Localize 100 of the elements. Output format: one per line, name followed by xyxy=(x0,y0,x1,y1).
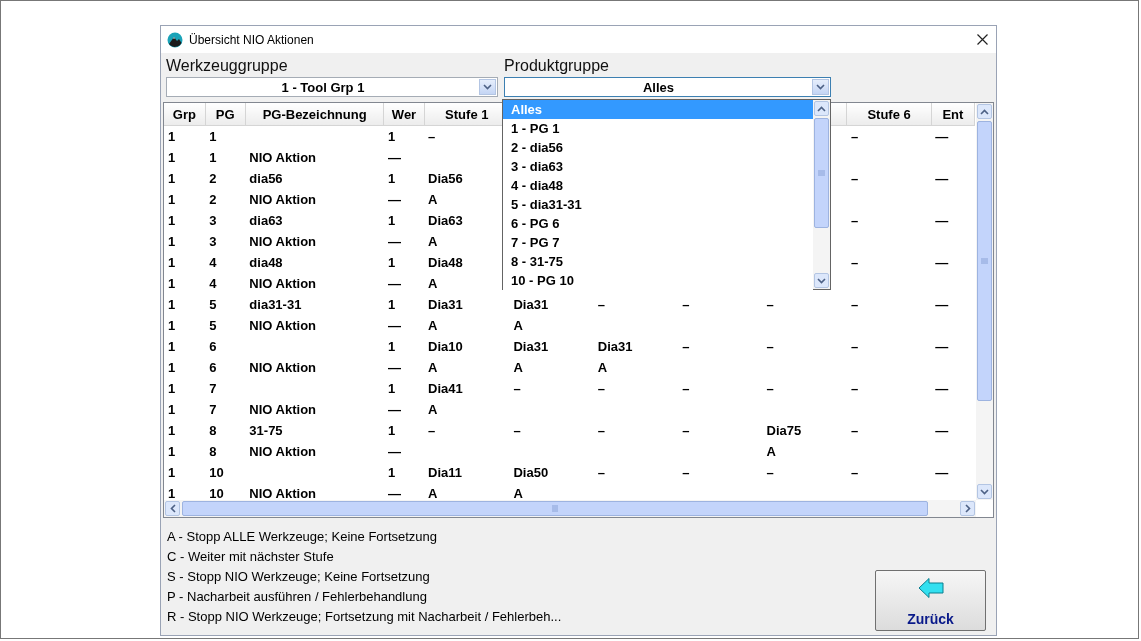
table-cell-text: 1 xyxy=(167,149,177,167)
table-cell-text: 2 xyxy=(208,191,218,209)
table-cell-text: – xyxy=(681,422,691,440)
table-cell-text: dia63 xyxy=(248,212,284,230)
table-cell-text: A xyxy=(765,443,777,461)
legend-text: C - Weiter mit nächster Stufe xyxy=(167,548,335,566)
table-cell-text: — xyxy=(934,422,950,440)
table-cell: — xyxy=(931,125,975,147)
table-cell-text: – xyxy=(596,422,607,440)
table-cell-text: — xyxy=(386,275,402,293)
scroll-down-icon xyxy=(980,488,989,495)
table-cell-text: — xyxy=(386,149,402,167)
table-cell-text: — xyxy=(386,485,402,500)
table-cell-text: A xyxy=(512,359,524,377)
table-cell-text: – xyxy=(849,254,860,272)
table-cell-text: 1 xyxy=(167,359,177,377)
table-cell-text: — xyxy=(386,443,402,461)
table-cell: 1 xyxy=(205,125,246,147)
table-cell-text: 1 xyxy=(167,422,177,440)
table-cell-text: NIO Aktion xyxy=(248,485,318,500)
legend-text: R - Stopp NIO Werkzeuge; Fortsetzung mit Nacharbeit / Fehlerbeh... xyxy=(167,608,562,626)
table-cell-text: — xyxy=(934,296,950,314)
table-cell-text: – xyxy=(849,464,860,482)
table-cell-text: 1 xyxy=(167,380,177,398)
legend-text: A - Stopp ALLE Werkzeuge; Keine Fortsetzung xyxy=(167,528,439,546)
combo-box[interactable]: 1 - Tool Grp 1 xyxy=(166,77,498,97)
table-cell-text: — xyxy=(934,212,950,230)
table-cell-text: 1 xyxy=(386,380,397,398)
table-cell-text: 4 xyxy=(208,275,218,293)
table-cell-text: – xyxy=(765,338,775,356)
table-cell-text: 5 xyxy=(208,317,218,335)
column-header[interactable]: Wer xyxy=(383,103,425,126)
grip-icon xyxy=(981,257,988,265)
table-cell-text: dia48 xyxy=(248,254,284,272)
table-cell-text: 1 xyxy=(167,485,177,500)
scrollbar[interactable] xyxy=(164,500,976,517)
table-cell-text: A xyxy=(512,485,524,500)
table-cell-text: – xyxy=(596,296,607,314)
table-cell-text: dia31-31 xyxy=(248,296,303,314)
table-cell: – xyxy=(846,125,932,147)
table-cell-text: Dia31 xyxy=(512,338,550,356)
table-cell-text: 1 xyxy=(167,443,177,461)
table-cell-text: NIO Aktion xyxy=(248,149,318,167)
table-cell-text: Dia31 xyxy=(427,296,464,314)
table-cell-text: dia56 xyxy=(248,170,284,188)
scroll-up-icon xyxy=(980,108,989,115)
scroll-up-icon xyxy=(817,105,826,112)
table-cell-text: 31-75 xyxy=(248,422,284,440)
table-cell-text: A xyxy=(427,275,439,293)
table-cell-text: – xyxy=(849,380,860,398)
table-cell-text: — xyxy=(934,380,950,398)
column-header[interactable]: Grp xyxy=(164,103,206,126)
table-cell-text: 1 xyxy=(167,212,177,230)
table-cell-text: – xyxy=(596,380,607,398)
table-cell-text: 4 xyxy=(208,254,218,272)
table-cell-text: 1 xyxy=(386,170,397,188)
back-button[interactable]: Zurück xyxy=(875,570,986,631)
table-cell-text: 8 xyxy=(208,443,218,461)
table-cell-text: 2 xyxy=(208,170,218,188)
table-cell-text: 1 xyxy=(167,170,177,188)
table-cell-text: – xyxy=(512,380,522,398)
close-icon[interactable] xyxy=(977,34,988,45)
table-cell-text: 1 xyxy=(167,233,177,251)
column-header[interactable]: PG-Bezeichnung xyxy=(245,103,384,126)
table-cell-text: – xyxy=(681,464,691,482)
table-cell-text: 1 xyxy=(167,401,177,419)
table-cell-text: — xyxy=(386,401,402,419)
table-cell-text: – xyxy=(596,464,607,482)
combo-box[interactable]: Alles xyxy=(504,77,831,97)
column-header[interactable]: Stufe 6 xyxy=(846,103,932,126)
table-cell-text: 7 xyxy=(208,380,218,398)
table-cell-text: – xyxy=(427,422,437,440)
table-cell-text: 1 xyxy=(386,338,397,356)
table-cell-text: 1 xyxy=(167,191,177,209)
table-cell-text: 1 xyxy=(386,254,397,272)
table-cell-text: – xyxy=(849,422,860,440)
table-cell-text: – xyxy=(849,170,860,188)
table-cell-text: – xyxy=(512,422,522,440)
table-cell-text: NIO Aktion xyxy=(248,275,318,293)
filter-label: Produktgruppe xyxy=(504,56,610,76)
scrollbar[interactable] xyxy=(976,103,993,500)
table-cell-text: – xyxy=(681,380,691,398)
table-cell-text: 6 xyxy=(208,338,218,356)
table-cell-text: – xyxy=(765,464,775,482)
filter-label: Werkzeuggruppe xyxy=(166,56,289,76)
grip-icon xyxy=(818,169,825,177)
table-cell-text: NIO Aktion xyxy=(248,359,318,377)
column-header[interactable]: Ent xyxy=(931,103,975,126)
left-arrow-icon xyxy=(917,577,944,599)
table-cell-text: NIO Aktion xyxy=(248,317,318,335)
table-cell-text: Dia48 xyxy=(427,254,464,272)
table-cell-text: — xyxy=(934,338,950,356)
table-cell-text: A xyxy=(427,233,439,251)
column-header[interactable]: PG xyxy=(205,103,246,126)
table-cell-text: – xyxy=(849,212,860,230)
scrollbar[interactable] xyxy=(813,100,830,289)
table-cell-text: 1 xyxy=(386,296,397,314)
table-cell-text: — xyxy=(386,191,402,209)
scroll-left-icon xyxy=(169,504,176,513)
table-cell-text: 1 xyxy=(386,212,397,230)
